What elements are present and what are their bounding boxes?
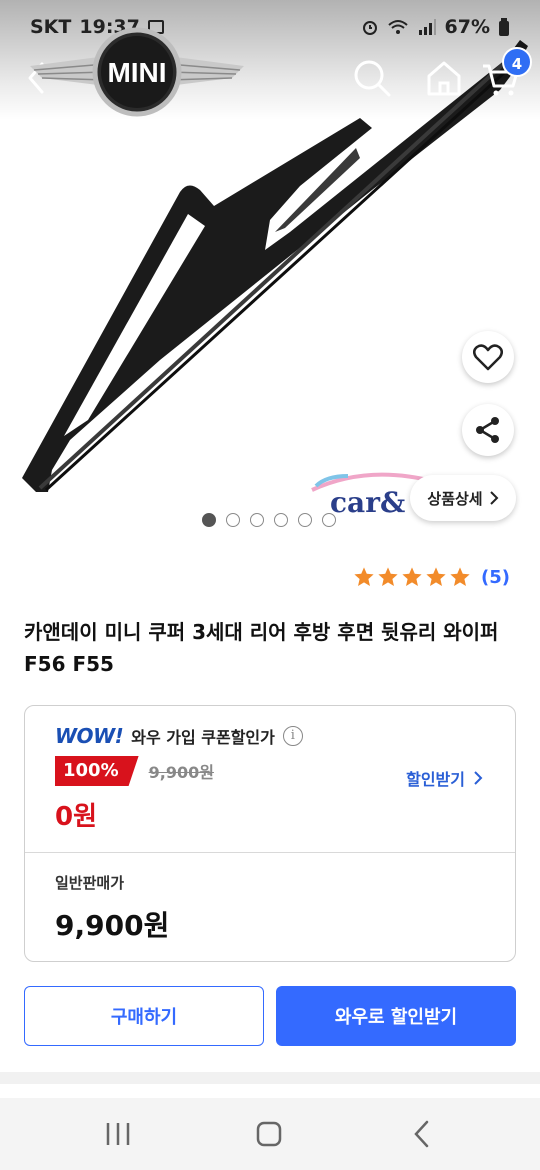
share-button[interactable] [462, 404, 514, 456]
product-image-gallery[interactable]: car& SKT 19:37 67% MINI 4 상품상세 [0, 0, 540, 545]
chevron-right-icon [474, 771, 483, 785]
get-discount-link[interactable]: 할인받기 [406, 766, 483, 790]
battery-icon [499, 18, 509, 36]
discount-row: 100% 9,900원 [55, 756, 214, 786]
wow-logo: WOW! [55, 724, 124, 748]
star-icon [402, 567, 422, 586]
cart-count-badge: 4 [502, 47, 532, 77]
review-count[interactable]: (5) [481, 567, 510, 588]
product-detail-button[interactable]: 상품상세 [410, 475, 516, 521]
section-divider [0, 1072, 540, 1084]
pagination-dot[interactable] [298, 513, 312, 527]
search-icon[interactable] [352, 58, 392, 98]
star-icon [354, 567, 374, 586]
wow-discount-button[interactable]: 와우로 할인받기 [276, 986, 516, 1046]
original-price: 9,900원 [148, 763, 214, 782]
wow-coupon-row: WOW! 와우 가입 쿠폰할인가 i [55, 724, 303, 748]
share-icon [476, 417, 499, 443]
back-button-icon[interactable] [402, 1118, 442, 1150]
get-discount-label: 할인받기 [406, 770, 465, 789]
product-detail-label: 상품상세 [427, 489, 483, 508]
star-icon [426, 567, 446, 586]
buy-button[interactable]: 구매하기 [24, 986, 264, 1046]
wishlist-button[interactable] [462, 331, 514, 383]
discount-rate-badge: 100% [55, 756, 139, 786]
normal-price-label: 일반판매가 [55, 874, 125, 892]
battery-level: 67% [444, 16, 490, 38]
home-icon[interactable] [424, 58, 464, 98]
wifi-icon [387, 20, 408, 34]
price-box: WOW! 와우 가입 쿠폰할인가 i 100% 9,900원 할인받기 0원 일… [24, 705, 516, 962]
divider [25, 852, 515, 853]
recent-apps-icon[interactable] [98, 1118, 138, 1150]
product-title: 카앤데이 미니 쿠퍼 3세대 리어 후방 후면 뒷유리 와이퍼 F56 F55 [24, 620, 499, 676]
pagination-dot[interactable] [250, 513, 264, 527]
gallery-pagination [202, 513, 336, 527]
logo-text: MINI [107, 57, 166, 88]
mini-logo[interactable]: MINI [28, 26, 246, 120]
system-navigation-bar [0, 1098, 540, 1170]
alarm-icon [362, 21, 377, 35]
signal-icon [418, 19, 436, 35]
pagination-dot[interactable] [226, 513, 240, 527]
info-icon[interactable]: i [282, 726, 303, 746]
watermark-text: car& [330, 486, 405, 519]
pagination-dot[interactable] [274, 513, 288, 527]
product-rating[interactable]: (5) [353, 566, 510, 588]
heart-icon [473, 344, 503, 371]
home-button-icon[interactable] [249, 1118, 289, 1150]
pagination-dot[interactable] [202, 513, 216, 527]
wow-price: 0원 [55, 802, 98, 832]
wow-coupon-label: 와우 가입 쿠폰할인가 [131, 728, 275, 747]
star-icon [450, 567, 470, 586]
normal-price: 9,900원 [55, 909, 170, 942]
chevron-right-icon [489, 491, 499, 505]
star-icon [378, 567, 398, 586]
pagination-dot[interactable] [322, 513, 336, 527]
